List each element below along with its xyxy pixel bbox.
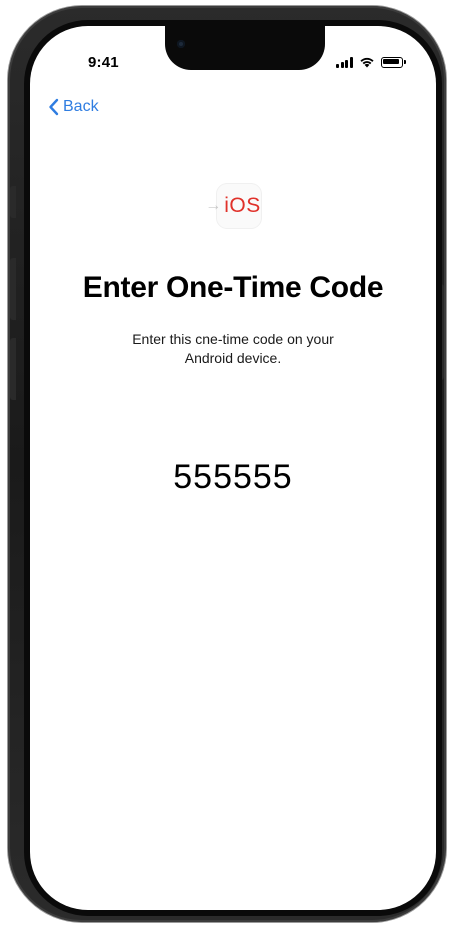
- status-icons: [336, 55, 406, 69]
- instructions-text: Enter this cne-time code on your Android…: [83, 330, 383, 368]
- arrow-right-icon: →: [205, 197, 222, 214]
- move-to-ios-app-icon: → iOS: [195, 184, 271, 228]
- battery-icon: [380, 56, 406, 68]
- status-time: 9:41: [88, 54, 119, 71]
- volume-up-button: [10, 258, 16, 320]
- battery-level: [383, 59, 399, 64]
- cellular-signal-icon: [336, 56, 353, 68]
- phone-frame: 9:41 Back → iOS Enter One-Time Code Ente…: [8, 6, 446, 922]
- instructions-line-1: Enter this cne-time code on your: [132, 331, 334, 347]
- ios-logo-text: iOS: [224, 194, 261, 217]
- page: 9:41 Back → iOS Enter One-Time Code Ente…: [0, 0, 456, 928]
- back-label: Back: [63, 98, 99, 115]
- one-time-code: 555555: [173, 458, 293, 496]
- instructions-line-2: Android device.: [184, 350, 282, 366]
- screen: 9:41 Back → iOS Enter One-Time Code Ente…: [30, 26, 436, 910]
- wifi-icon: [359, 57, 374, 68]
- back-button[interactable]: Back: [48, 98, 99, 116]
- notch: [165, 26, 325, 70]
- front-camera-icon: [177, 40, 185, 48]
- page-title: Enter One-Time Code: [82, 271, 384, 304]
- volume-down-button: [10, 338, 16, 400]
- ring-silent-switch: [10, 186, 16, 218]
- chevron-left-icon: [48, 98, 59, 116]
